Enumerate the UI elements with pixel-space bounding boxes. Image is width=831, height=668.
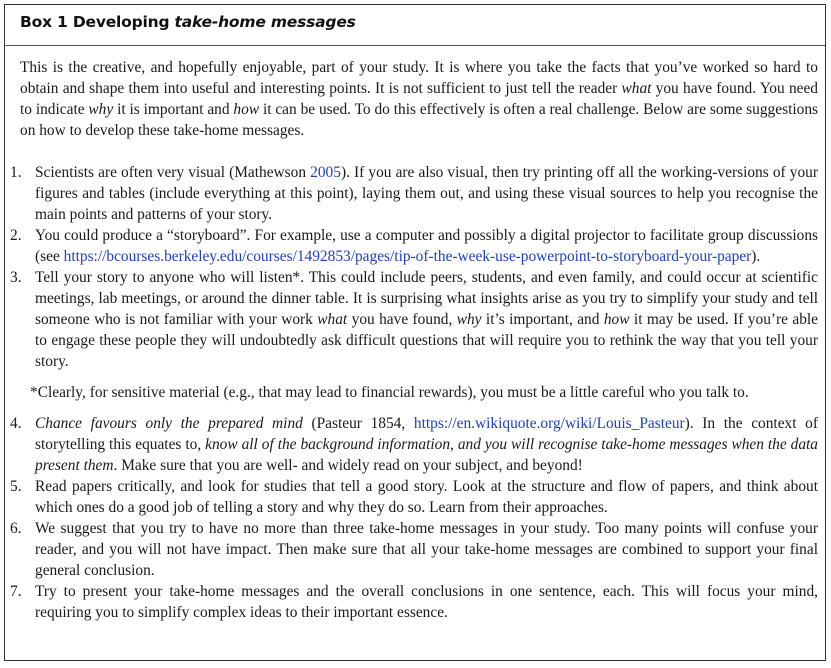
list-item: 7. Try to present your take-home messages… — [10, 583, 818, 621]
box-title-label: Box 1 Developing — [20, 13, 175, 31]
list-item: 5. Read papers critically, and look for s… — [10, 478, 818, 516]
list-item: 2. You could produce a “storyboard”. For … — [10, 227, 818, 265]
suggestion-list-continued: 4. Chance favours only the prepared mind … — [10, 413, 818, 623]
box-header: Box 1 Developing take-home messages — [5, 5, 825, 46]
list-item: 3. Tell your story to anyone who will lis… — [10, 269, 819, 370]
item-number: 4. — [10, 415, 22, 432]
list-item: 1. Scientists are often very visual (Math… — [10, 164, 818, 223]
storyboard-url-link[interactable]: https://bcourses.berkeley.edu/courses/14… — [64, 248, 752, 265]
box-panel: Box 1 Developing take-home messages This… — [4, 4, 826, 661]
item-number: 1. — [10, 164, 22, 181]
suggestion-list: 1. Scientists are often very visual (Math… — [10, 162, 819, 372]
citation-link[interactable]: 2005 — [310, 164, 341, 181]
item-number: 7. — [10, 583, 22, 600]
box-title: Box 1 Developing take-home messages — [20, 13, 356, 31]
item-number: 2. — [10, 227, 22, 244]
intro-paragraph: This is the creative, and hopefully enjo… — [20, 59, 819, 139]
item-number: 3. — [10, 269, 22, 286]
item-number: 6. — [10, 520, 22, 537]
list-item: 6. We suggest that you try to have no mor… — [10, 520, 818, 579]
box-title-italic: take-home messages — [174, 13, 356, 31]
list-item: 4. Chance favours only the prepared mind … — [10, 415, 818, 474]
item-number: 5. — [10, 478, 22, 495]
box-body: This is the creative, and hopefully enjo… — [10, 57, 819, 623]
footnote: *Clearly, for sensitive material (e.g., … — [30, 384, 749, 401]
wikiquote-link[interactable]: https://en.wikiquote.org/wiki/Louis_Past… — [414, 415, 685, 432]
